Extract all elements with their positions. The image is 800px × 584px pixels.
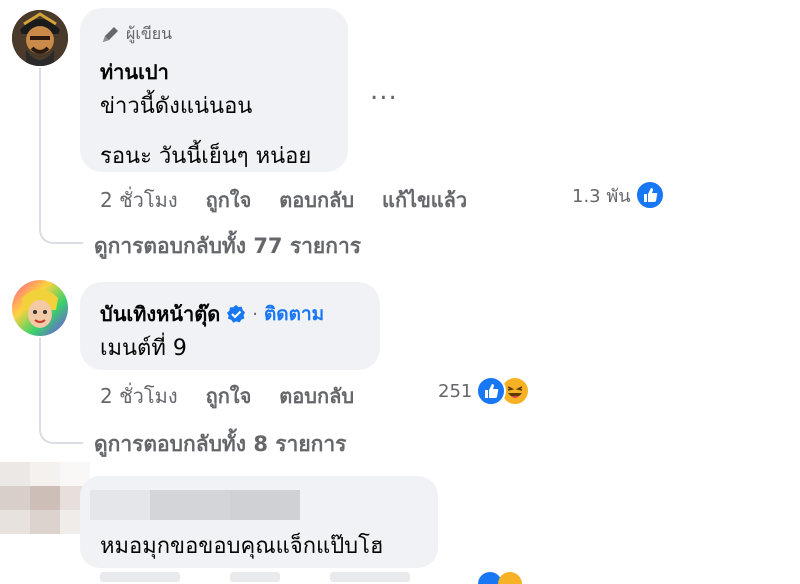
comment-actions: 2 ชั่วโมง ถูกใจ ตอบกลับ <box>100 380 382 412</box>
pixelated-avatar <box>0 462 90 534</box>
comment-bubble: บันเทิงหน้าตุ๊ด · ติดตาม เมนต์ที่ 9 <box>80 282 380 370</box>
comment-time[interactable]: 2 ชั่วโมง <box>100 380 178 412</box>
view-replies-link[interactable]: ดูการตอบกลับทั้ง 77 รายการ <box>94 230 361 263</box>
comment-author[interactable]: บันเทิงหน้าตุ๊ด <box>100 298 220 330</box>
avatar[interactable] <box>12 280 68 336</box>
edited-label: แก้ไขแล้ว <box>382 188 468 212</box>
pen-icon <box>100 25 120 45</box>
thread-connector <box>39 410 83 444</box>
verified-badge-icon <box>226 304 246 324</box>
reaction-summary[interactable]: 1.3 พัน <box>572 180 665 210</box>
comment-text-line: รอนะ วันนี้เย็นๆ หน่อย <box>100 144 312 169</box>
comment-text-line: เมนต์ที่ 9 <box>100 336 187 361</box>
reply-button[interactable]: ตอบกลับ <box>279 380 354 412</box>
like-button[interactable]: ถูกใจ <box>206 184 252 216</box>
follow-button[interactable]: ติดตาม <box>264 299 324 329</box>
comment-text-line: ข่าวนี้ดังแน่นอน <box>100 94 253 119</box>
author-badge-label: ผู้เขียน <box>126 24 173 43</box>
view-replies-link[interactable]: ดูการตอบกลับทั้ง 8 รายการ <box>94 428 346 461</box>
comment-actions-partial <box>100 572 540 584</box>
like-reaction-icon <box>476 376 507 406</box>
thread-line <box>39 338 41 418</box>
comment-author[interactable]: ท่านเปา <box>100 56 169 88</box>
comment-time[interactable]: 2 ชั่วโมง <box>100 184 178 216</box>
author-badge: ผู้เขียน <box>100 22 172 47</box>
reply-button[interactable]: ตอบกลับ <box>279 184 354 216</box>
comment-header: บันเทิงหน้าตุ๊ด · ติดตาม <box>100 298 324 330</box>
comment-bubble: ผู้เขียน ท่านเปา ข่าวนี้ดังแน่นอน รอนะ ว… <box>80 8 348 172</box>
separator-dot: · <box>252 303 258 325</box>
reaction-summary[interactable]: 251 <box>438 376 531 406</box>
comment-bubble: หมอมุกขอขอบคุณแจ็กแป๊บโฮ <box>80 476 438 568</box>
pixelated-author-name <box>80 490 300 520</box>
thread-line <box>39 68 41 228</box>
avatar[interactable] <box>12 10 68 66</box>
like-reaction-icon <box>634 180 665 210</box>
reaction-count: 1.3 พัน <box>572 185 631 207</box>
more-options-button[interactable]: ... <box>370 76 398 106</box>
reaction-count: 251 <box>438 380 473 402</box>
comment-text-line: หมอมุกขอขอบคุณแจ็กแป๊บโฮ <box>100 534 384 559</box>
like-button[interactable]: ถูกใจ <box>206 380 252 412</box>
comment-actions: 2 ชั่วโมง ถูกใจ ตอบกลับ แก้ไขแล้ว <box>100 184 495 216</box>
thread-connector <box>39 210 83 244</box>
